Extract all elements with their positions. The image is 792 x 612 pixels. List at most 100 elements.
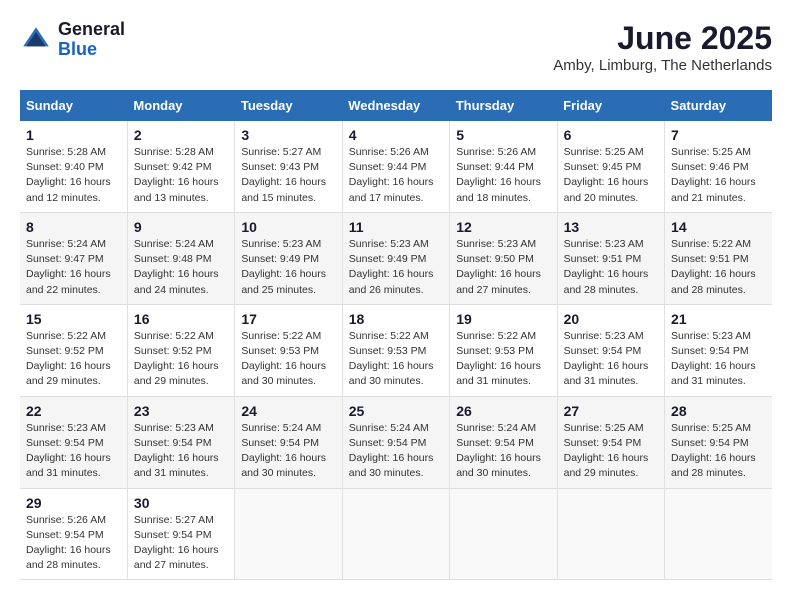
day-number: 28	[671, 403, 766, 419]
day-info: Sunrise: 5:24 AM Sunset: 9:48 PM Dayligh…	[134, 237, 228, 298]
logo-icon	[20, 24, 52, 56]
calendar-cell: 16 Sunrise: 5:22 AM Sunset: 9:52 PM Dayli…	[127, 304, 234, 396]
day-info: Sunrise: 5:23 AM Sunset: 9:54 PM Dayligh…	[26, 421, 121, 482]
day-info: Sunrise: 5:23 AM Sunset: 9:49 PM Dayligh…	[349, 237, 443, 298]
calendar-cell: 17 Sunrise: 5:22 AM Sunset: 9:53 PM Dayli…	[235, 304, 342, 396]
day-info: Sunrise: 5:22 AM Sunset: 9:53 PM Dayligh…	[349, 329, 443, 390]
day-info: Sunrise: 5:26 AM Sunset: 9:44 PM Dayligh…	[349, 145, 443, 206]
calendar-cell: 21 Sunrise: 5:23 AM Sunset: 9:54 PM Dayli…	[665, 304, 772, 396]
calendar-cell: 7 Sunrise: 5:25 AM Sunset: 9:46 PM Daylig…	[665, 121, 772, 212]
day-number: 22	[26, 403, 121, 419]
day-info: Sunrise: 5:27 AM Sunset: 9:54 PM Dayligh…	[134, 513, 228, 574]
calendar-cell	[557, 488, 664, 580]
calendar-cell: 25Sunrise: 5:24 AM Sunset: 9:54 PM Dayli…	[342, 396, 449, 488]
day-info: Sunrise: 5:23 AM Sunset: 9:51 PM Dayligh…	[564, 237, 658, 298]
day-info: Sunrise: 5:24 AM Sunset: 9:54 PM Dayligh…	[241, 421, 335, 482]
day-number: 6	[564, 127, 658, 143]
day-number: 10	[241, 219, 335, 235]
calendar-week-row: 8 Sunrise: 5:24 AM Sunset: 9:47 PM Daylig…	[20, 212, 772, 304]
day-number: 20	[564, 311, 658, 327]
calendar-cell: 29Sunrise: 5:26 AM Sunset: 9:54 PM Dayli…	[20, 488, 127, 580]
calendar-cell: 5 Sunrise: 5:26 AM Sunset: 9:44 PM Daylig…	[450, 121, 557, 212]
calendar-header-row: SundayMondayTuesdayWednesdayThursdayFrid…	[20, 90, 772, 121]
weekday-header: Thursday	[450, 90, 557, 121]
title-block: June 2025 Amby, Limburg, The Netherlands	[553, 20, 772, 74]
calendar-cell: 23 Sunrise: 5:23 AM Sunset: 9:54 PM Dayli…	[127, 396, 234, 488]
calendar-cell: 11 Sunrise: 5:23 AM Sunset: 9:49 PM Dayli…	[342, 212, 449, 304]
day-info: Sunrise: 5:22 AM Sunset: 9:53 PM Dayligh…	[456, 329, 550, 390]
logo-general: General	[58, 20, 125, 40]
calendar-cell	[665, 488, 772, 580]
calendar-cell: 27 Sunrise: 5:25 AM Sunset: 9:54 PM Dayli…	[557, 396, 664, 488]
day-info: Sunrise: 5:25 AM Sunset: 9:54 PM Dayligh…	[671, 421, 766, 482]
day-info: Sunrise: 5:23 AM Sunset: 9:54 PM Dayligh…	[564, 329, 658, 390]
calendar-cell: 26 Sunrise: 5:24 AM Sunset: 9:54 PM Dayli…	[450, 396, 557, 488]
day-info: Sunrise: 5:22 AM Sunset: 9:52 PM Dayligh…	[26, 329, 121, 390]
weekday-header: Wednesday	[342, 90, 449, 121]
calendar-cell: 30 Sunrise: 5:27 AM Sunset: 9:54 PM Dayli…	[127, 488, 234, 580]
day-info: Sunrise: 5:28 AM Sunset: 9:40 PM Dayligh…	[26, 145, 121, 206]
day-number: 25	[349, 403, 443, 419]
day-info: Sunrise: 5:24 AM Sunset: 9:47 PM Dayligh…	[26, 237, 121, 298]
day-number: 5	[456, 127, 550, 143]
calendar-cell: 28 Sunrise: 5:25 AM Sunset: 9:54 PM Dayli…	[665, 396, 772, 488]
calendar-cell: 10 Sunrise: 5:23 AM Sunset: 9:49 PM Dayli…	[235, 212, 342, 304]
day-number: 23	[134, 403, 228, 419]
weekday-header: Saturday	[665, 90, 772, 121]
day-number: 13	[564, 219, 658, 235]
day-info: Sunrise: 5:23 AM Sunset: 9:54 PM Dayligh…	[134, 421, 228, 482]
calendar-table: SundayMondayTuesdayWednesdayThursdayFrid…	[20, 90, 772, 580]
day-info: Sunrise: 5:25 AM Sunset: 9:46 PM Dayligh…	[671, 145, 766, 206]
calendar-cell: 3 Sunrise: 5:27 AM Sunset: 9:43 PM Daylig…	[235, 121, 342, 212]
weekday-header: Monday	[127, 90, 234, 121]
day-number: 7	[671, 127, 766, 143]
day-number: 17	[241, 311, 335, 327]
day-info: Sunrise: 5:22 AM Sunset: 9:53 PM Dayligh…	[241, 329, 335, 390]
day-number: 4	[349, 127, 443, 143]
calendar-cell: 13 Sunrise: 5:23 AM Sunset: 9:51 PM Dayli…	[557, 212, 664, 304]
location: Amby, Limburg, The Netherlands	[553, 57, 772, 74]
day-info: Sunrise: 5:25 AM Sunset: 9:54 PM Dayligh…	[564, 421, 658, 482]
day-number: 30	[134, 495, 228, 511]
calendar-cell	[235, 488, 342, 580]
day-info: Sunrise: 5:22 AM Sunset: 9:52 PM Dayligh…	[134, 329, 228, 390]
day-number: 8	[26, 219, 121, 235]
month-title: June 2025	[553, 20, 772, 57]
calendar-cell: 20 Sunrise: 5:23 AM Sunset: 9:54 PM Dayli…	[557, 304, 664, 396]
day-info: Sunrise: 5:23 AM Sunset: 9:49 PM Dayligh…	[241, 237, 335, 298]
day-info: Sunrise: 5:28 AM Sunset: 9:42 PM Dayligh…	[134, 145, 228, 206]
calendar-week-row: 22 Sunrise: 5:23 AM Sunset: 9:54 PM Dayli…	[20, 396, 772, 488]
calendar-cell: 19 Sunrise: 5:22 AM Sunset: 9:53 PM Dayli…	[450, 304, 557, 396]
calendar-cell: 1Sunrise: 5:28 AM Sunset: 9:40 PM Daylig…	[20, 121, 127, 212]
calendar-cell: 8 Sunrise: 5:24 AM Sunset: 9:47 PM Daylig…	[20, 212, 127, 304]
weekday-header: Sunday	[20, 90, 127, 121]
day-info: Sunrise: 5:25 AM Sunset: 9:45 PM Dayligh…	[564, 145, 658, 206]
day-number: 14	[671, 219, 766, 235]
calendar-cell	[342, 488, 449, 580]
calendar-cell: 4 Sunrise: 5:26 AM Sunset: 9:44 PM Daylig…	[342, 121, 449, 212]
logo-text: General Blue	[58, 20, 125, 60]
day-info: Sunrise: 5:23 AM Sunset: 9:54 PM Dayligh…	[671, 329, 766, 390]
logo-blue: Blue	[58, 40, 125, 60]
calendar-cell	[450, 488, 557, 580]
calendar-cell: 2Sunrise: 5:28 AM Sunset: 9:42 PM Daylig…	[127, 121, 234, 212]
day-number: 11	[349, 219, 443, 235]
day-number: 16	[134, 311, 228, 327]
day-number: 21	[671, 311, 766, 327]
day-info: Sunrise: 5:24 AM Sunset: 9:54 PM Dayligh…	[456, 421, 550, 482]
calendar-cell: 9 Sunrise: 5:24 AM Sunset: 9:48 PM Daylig…	[127, 212, 234, 304]
day-info: Sunrise: 5:22 AM Sunset: 9:51 PM Dayligh…	[671, 237, 766, 298]
calendar-cell: 12 Sunrise: 5:23 AM Sunset: 9:50 PM Dayli…	[450, 212, 557, 304]
day-number: 19	[456, 311, 550, 327]
day-number: 3	[241, 127, 335, 143]
day-number: 12	[456, 219, 550, 235]
day-info: Sunrise: 5:26 AM Sunset: 9:44 PM Dayligh…	[456, 145, 550, 206]
calendar-cell: 6 Sunrise: 5:25 AM Sunset: 9:45 PM Daylig…	[557, 121, 664, 212]
calendar-cell: 18Sunrise: 5:22 AM Sunset: 9:53 PM Dayli…	[342, 304, 449, 396]
day-number: 29	[26, 495, 121, 511]
day-number: 27	[564, 403, 658, 419]
day-number: 9	[134, 219, 228, 235]
day-info: Sunrise: 5:23 AM Sunset: 9:50 PM Dayligh…	[456, 237, 550, 298]
day-number: 26	[456, 403, 550, 419]
day-info: Sunrise: 5:27 AM Sunset: 9:43 PM Dayligh…	[241, 145, 335, 206]
